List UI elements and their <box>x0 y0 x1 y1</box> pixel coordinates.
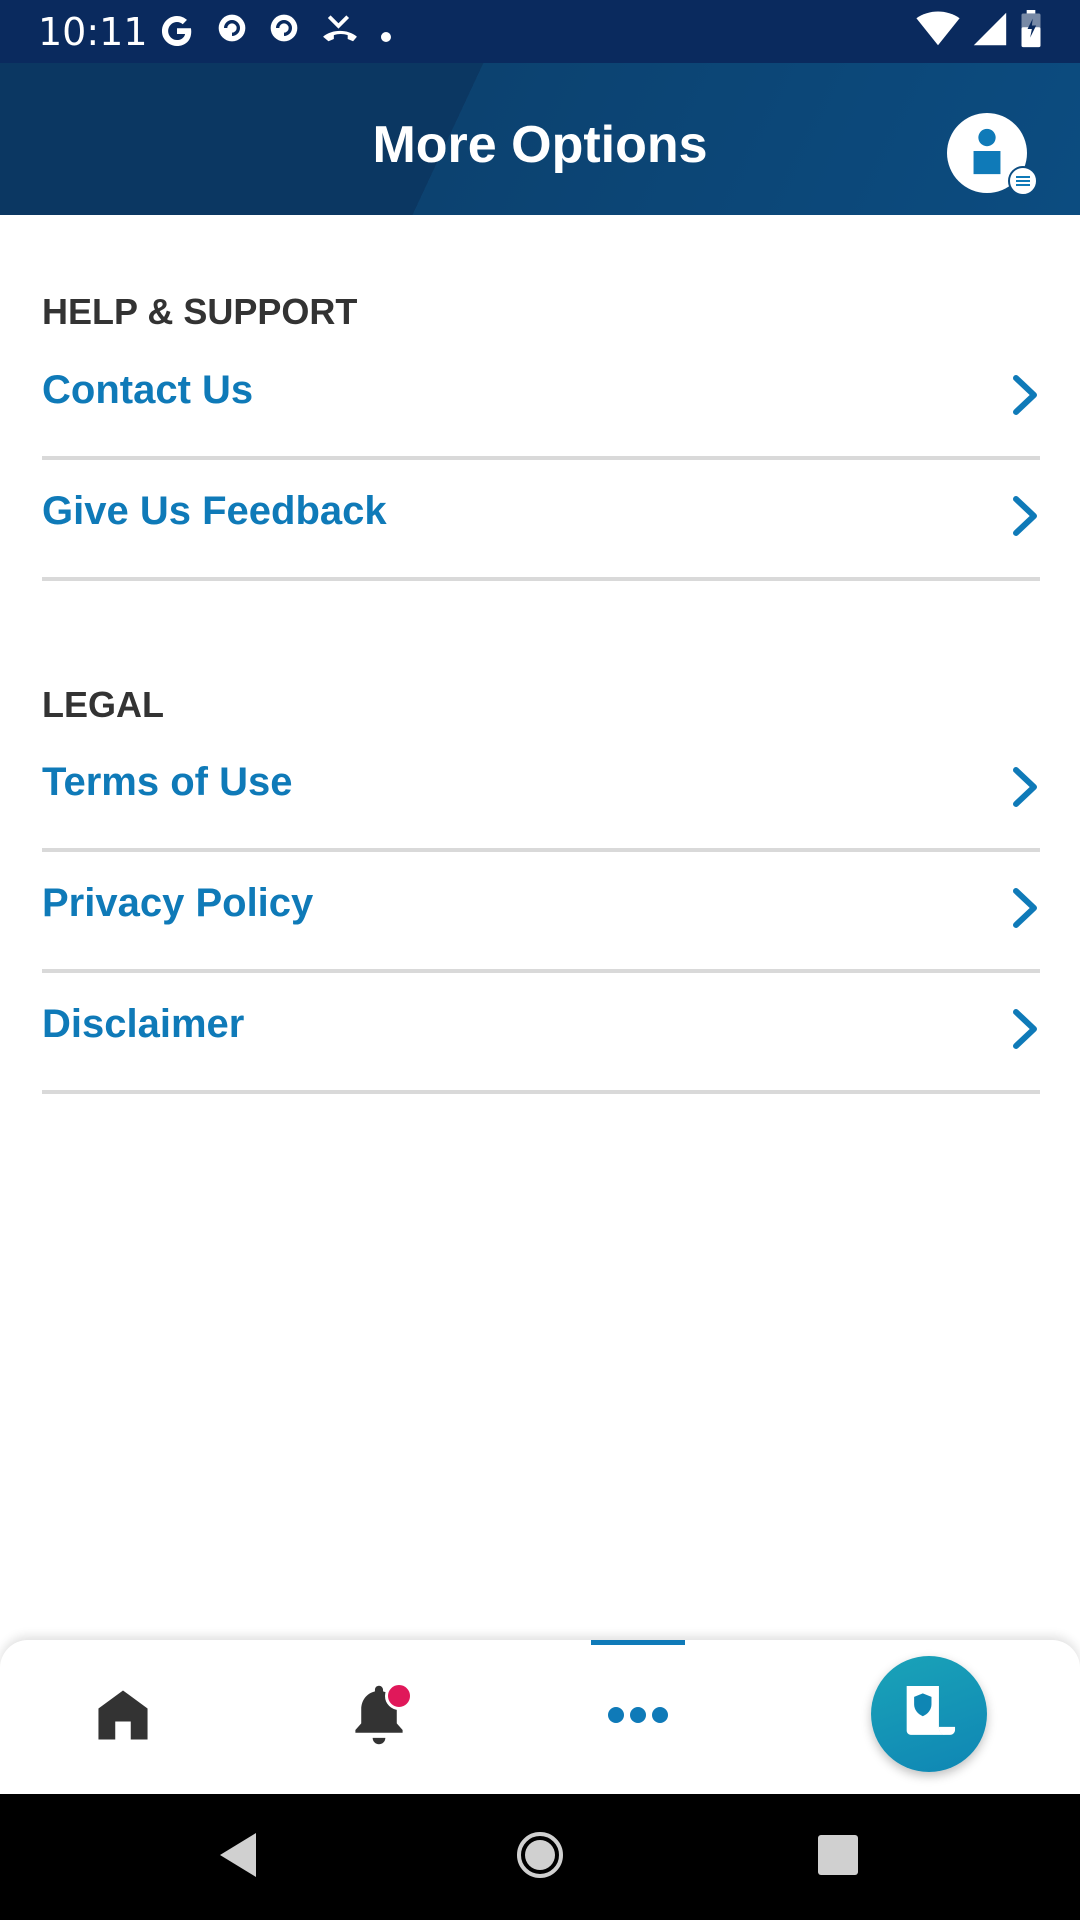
menu-item-label: Terms of Use <box>42 760 293 804</box>
policy-card-button[interactable] <box>871 1656 987 1772</box>
notification-icons <box>158 12 392 52</box>
missed-call-icon <box>320 12 360 52</box>
system-status-icons <box>916 10 1042 53</box>
home-circle-icon <box>515 1830 565 1885</box>
status-time: 10:11 <box>38 10 148 54</box>
menu-item-give-us-feedback[interactable]: Give Us Feedback <box>42 461 1040 581</box>
battery-icon <box>1020 10 1042 53</box>
menu-item-label: Privacy Policy <box>42 881 314 925</box>
menu-item-privacy-policy[interactable]: Privacy Policy <box>42 853 1040 973</box>
nav-home[interactable] <box>33 1640 213 1794</box>
app-header: More Options <box>0 63 1080 215</box>
recents-button[interactable] <box>778 1794 898 1920</box>
status-bar: 10:11 <box>0 0 1080 63</box>
menu-item-contact-us[interactable]: Contact Us <box>42 340 1040 460</box>
user-icon <box>967 126 1007 181</box>
pocket-casts-icon <box>216 12 248 52</box>
chevron-right-icon <box>1010 495 1040 542</box>
chevron-right-icon <box>1010 887 1040 934</box>
bottom-nav <box>0 1640 1080 1794</box>
home-button[interactable] <box>480 1794 600 1920</box>
menu-item-disclaimer[interactable]: Disclaimer <box>42 974 1040 1094</box>
menu-item-label: Give Us Feedback <box>42 489 387 533</box>
page-title: More Options <box>372 116 708 174</box>
notification-dot <box>385 1681 413 1710</box>
menu-item-terms-of-use[interactable]: Terms of Use <box>42 732 1040 852</box>
pocket-casts-icon <box>268 12 300 52</box>
home-icon <box>92 1684 154 1751</box>
menu-badge-icon[interactable] <box>1008 166 1038 196</box>
dot-icon <box>380 12 392 52</box>
recents-icon <box>817 1834 859 1881</box>
nav-more[interactable] <box>548 1640 728 1794</box>
menu-item-label: Disclaimer <box>42 1002 245 1046</box>
chevron-right-icon <box>1010 1008 1040 1055</box>
nav-notifications[interactable] <box>289 1640 469 1794</box>
signal-icon <box>972 11 1008 52</box>
section-title-legal: LEGAL <box>42 684 164 725</box>
google-icon <box>158 12 196 52</box>
system-nav-bar <box>0 1794 1080 1920</box>
menu-item-label: Contact Us <box>42 368 254 412</box>
section-title-help-support: HELP & SUPPORT <box>42 291 358 332</box>
notifications-icon <box>351 1681 413 1753</box>
back-button[interactable] <box>178 1794 298 1920</box>
chevron-right-icon <box>1010 374 1040 421</box>
back-icon <box>216 1831 260 1884</box>
chevron-right-icon <box>1010 766 1040 813</box>
wifi-icon <box>916 11 960 52</box>
policy-card-icon <box>899 1681 959 1748</box>
more-icon <box>605 1704 671 1731</box>
